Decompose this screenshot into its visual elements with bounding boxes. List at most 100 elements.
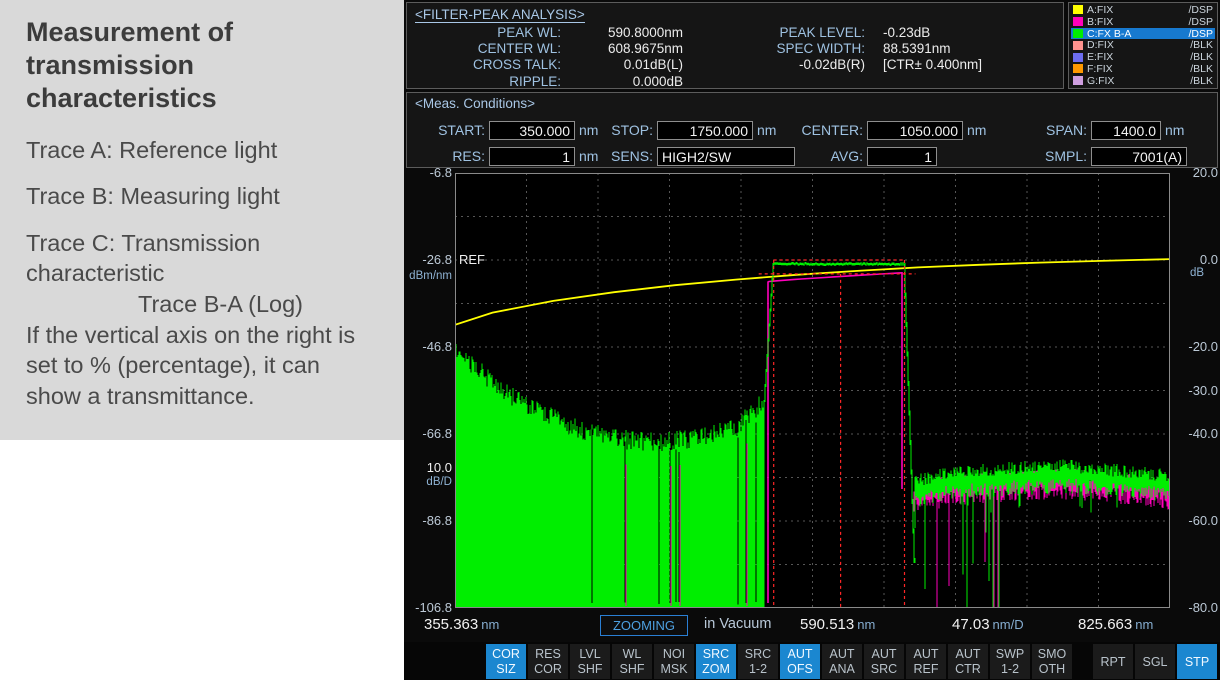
legend-row-e[interactable]: E:FIX/BLK: [1071, 51, 1215, 63]
softkey-src-1-2[interactable]: SRC1-2: [738, 644, 778, 679]
right-axis-tick: -40.0: [1176, 426, 1218, 441]
softkey-line1: SMO: [1032, 647, 1072, 662]
softkey-line1: SWP: [990, 647, 1030, 662]
center-input[interactable]: 1050.000: [867, 121, 963, 140]
softkey-lvl-shf[interactable]: LVLSHF: [570, 644, 610, 679]
softkey-aut-ref[interactable]: AUTREF: [906, 644, 946, 679]
softkey-line1: AUT: [822, 647, 862, 662]
left-axis-tick: -66.8: [422, 426, 452, 441]
right-axis-tick: 20.0: [1176, 165, 1218, 180]
softkey-noi-msk[interactable]: NOIMSK: [654, 644, 694, 679]
meas-field-unit: nm: [1165, 122, 1184, 138]
analysis-cell: 590.8000nm: [561, 25, 683, 41]
trace-legend: A:FIX/DSPB:FIX/DSPC:FX B-A/DSPD:FIX/BLKE…: [1068, 2, 1218, 89]
softkey-line1: SRC: [738, 647, 778, 662]
analysis-cell: [865, 74, 1055, 90]
right-axis-tick: -60.0: [1176, 513, 1218, 528]
meas-field-smpl: SMPL:7001(A): [967, 145, 1187, 167]
info-panel: Measurement of transmission characterist…: [0, 0, 404, 440]
softkey-line1: COR: [486, 647, 526, 662]
right-axis-tick: -30.0: [1176, 383, 1218, 398]
analysis-cell: 0.000dB: [561, 74, 683, 90]
trace-display-mode: /DSP: [1188, 16, 1213, 28]
softkey-wl-shf[interactable]: WLSHF: [612, 644, 652, 679]
softkey-res-cor[interactable]: RESCOR: [528, 644, 568, 679]
span-input[interactable]: 1400.0: [1091, 121, 1161, 140]
meas-row-1: START:350.000nmSTOP:1750.000nmCENTER:105…: [407, 119, 1219, 141]
left-axis-tick: -46.8: [422, 339, 452, 354]
meas-field-label: CENTER:: [737, 122, 863, 138]
ref-marker-label: REF: [459, 252, 485, 267]
softkey-smo-oth[interactable]: SMOOTH: [1032, 644, 1072, 679]
legend-row-f[interactable]: F:FIX/BLK: [1071, 63, 1215, 75]
analysis-cell: 88.5391nm: [865, 41, 1055, 57]
level-scale-value: 10.0: [427, 460, 452, 475]
left-axis-tick: -86.8: [422, 513, 452, 528]
trace-name: B:FIX: [1087, 16, 1188, 28]
trace-color-swatch: [1073, 5, 1083, 14]
softkey-line2: COR: [528, 662, 568, 677]
softkey-line2: ZOM: [696, 662, 736, 677]
legend-row-a[interactable]: A:FIX/DSP: [1071, 4, 1215, 16]
info-note: If the vertical axis on the right is set…: [26, 320, 376, 412]
softkey-line2: SHF: [570, 662, 610, 677]
left-axis-tick: -26.8: [422, 252, 452, 267]
softkey-line2: OTH: [1032, 662, 1072, 677]
meas-field-label: RES:: [407, 148, 485, 164]
filter-peak-analysis-panel: <FILTER-PEAK ANALYSIS> PEAK WL:590.8000n…: [406, 2, 1064, 89]
right-axis-unit: dB: [1190, 267, 1204, 279]
legend-row-g[interactable]: G:FIX/BLK: [1071, 75, 1215, 87]
avg-input[interactable]: 1: [867, 147, 937, 166]
softkey-aut-src[interactable]: AUTSRC: [864, 644, 904, 679]
analysis-cell: PEAK LEVEL:: [683, 25, 865, 41]
trace-name: D:FIX: [1087, 39, 1190, 51]
softkey-line1: AUT: [906, 647, 946, 662]
trace-display-mode: /BLK: [1190, 51, 1213, 63]
center-wavelength: 590.513nm: [800, 616, 875, 633]
softkey-aut-ana[interactable]: AUTANA: [822, 644, 862, 679]
legend-row-b[interactable]: B:FIX/DSP: [1071, 16, 1215, 28]
sweepkey-sgl[interactable]: SGL: [1135, 644, 1175, 679]
softkey-line2: REF: [906, 662, 946, 677]
sweepkey-stp[interactable]: STP: [1177, 644, 1217, 679]
softkey-aut-ctr[interactable]: AUTCTR: [948, 644, 988, 679]
softkey-line2: 1-2: [990, 662, 1030, 677]
res-input[interactable]: 1: [489, 147, 575, 166]
meas-field-label: SPAN:: [967, 122, 1087, 138]
legend-row-d[interactable]: D:FIX/BLK: [1071, 39, 1215, 51]
softkey-line2: SHF: [612, 662, 652, 677]
graph-area: -6.8-26.8-46.8-66.8-86.8-106.8 20.00.0-2…: [404, 170, 1220, 612]
softkey-line2: CTR: [948, 662, 988, 677]
legend-row-c[interactable]: C:FX B-A/DSP: [1071, 28, 1215, 40]
meas-field-label: SENS:: [567, 148, 653, 164]
zooming-badge[interactable]: ZOOMING: [600, 615, 688, 636]
softkey-line1: AUT: [780, 647, 820, 662]
meas-field-label: AVG:: [737, 148, 863, 164]
softkey-line1: SRC: [696, 647, 736, 662]
meas-field-avg: AVG:1: [737, 145, 937, 167]
softkey-aut-ofs[interactable]: AUTOFS: [780, 644, 820, 679]
analysis-cell: [CTR± 0.400nm]: [865, 57, 1055, 73]
softkey-line1: LVL: [570, 647, 610, 662]
softkey-cor-siz[interactable]: CORSIZ: [486, 644, 526, 679]
softkey-toolbar: CORSIZRESCORLVLSHFWLSHFNOIMSKSRCZOMSRC1-…: [404, 642, 1220, 680]
spectrum-plot[interactable]: [455, 173, 1170, 608]
meas-conditions-panel: <Meas. Conditions> START:350.000nmSTOP:1…: [406, 92, 1218, 168]
start-input[interactable]: 350.000: [489, 121, 575, 140]
right-axis-tick: -20.0: [1176, 339, 1218, 354]
meas-field-label: START:: [407, 122, 485, 138]
trace-name: E:FIX: [1087, 51, 1190, 63]
info-trace-b: Trace B: Measuring light: [26, 181, 376, 212]
trace-display-mode: /BLK: [1190, 63, 1213, 75]
left-axis-unit: dBm/nm: [409, 270, 452, 282]
softkey-src-zom[interactable]: SRCZOM: [696, 644, 736, 679]
softkey-line2: OFS: [780, 662, 820, 677]
right-axis-tick: 0.0: [1176, 252, 1218, 267]
smpl-input[interactable]: 7001(A): [1091, 147, 1187, 166]
sweepkey-rpt[interactable]: RPT: [1093, 644, 1133, 679]
softkey-swp-1-2[interactable]: SWP1-2: [990, 644, 1030, 679]
wavelength-per-div: 47.03nm/D: [952, 616, 1024, 633]
analysis-cell: 608.9675nm: [561, 41, 683, 57]
trace-display-mode: /DSP: [1188, 28, 1213, 40]
analysis-cell: CROSS TALK:: [415, 57, 561, 73]
